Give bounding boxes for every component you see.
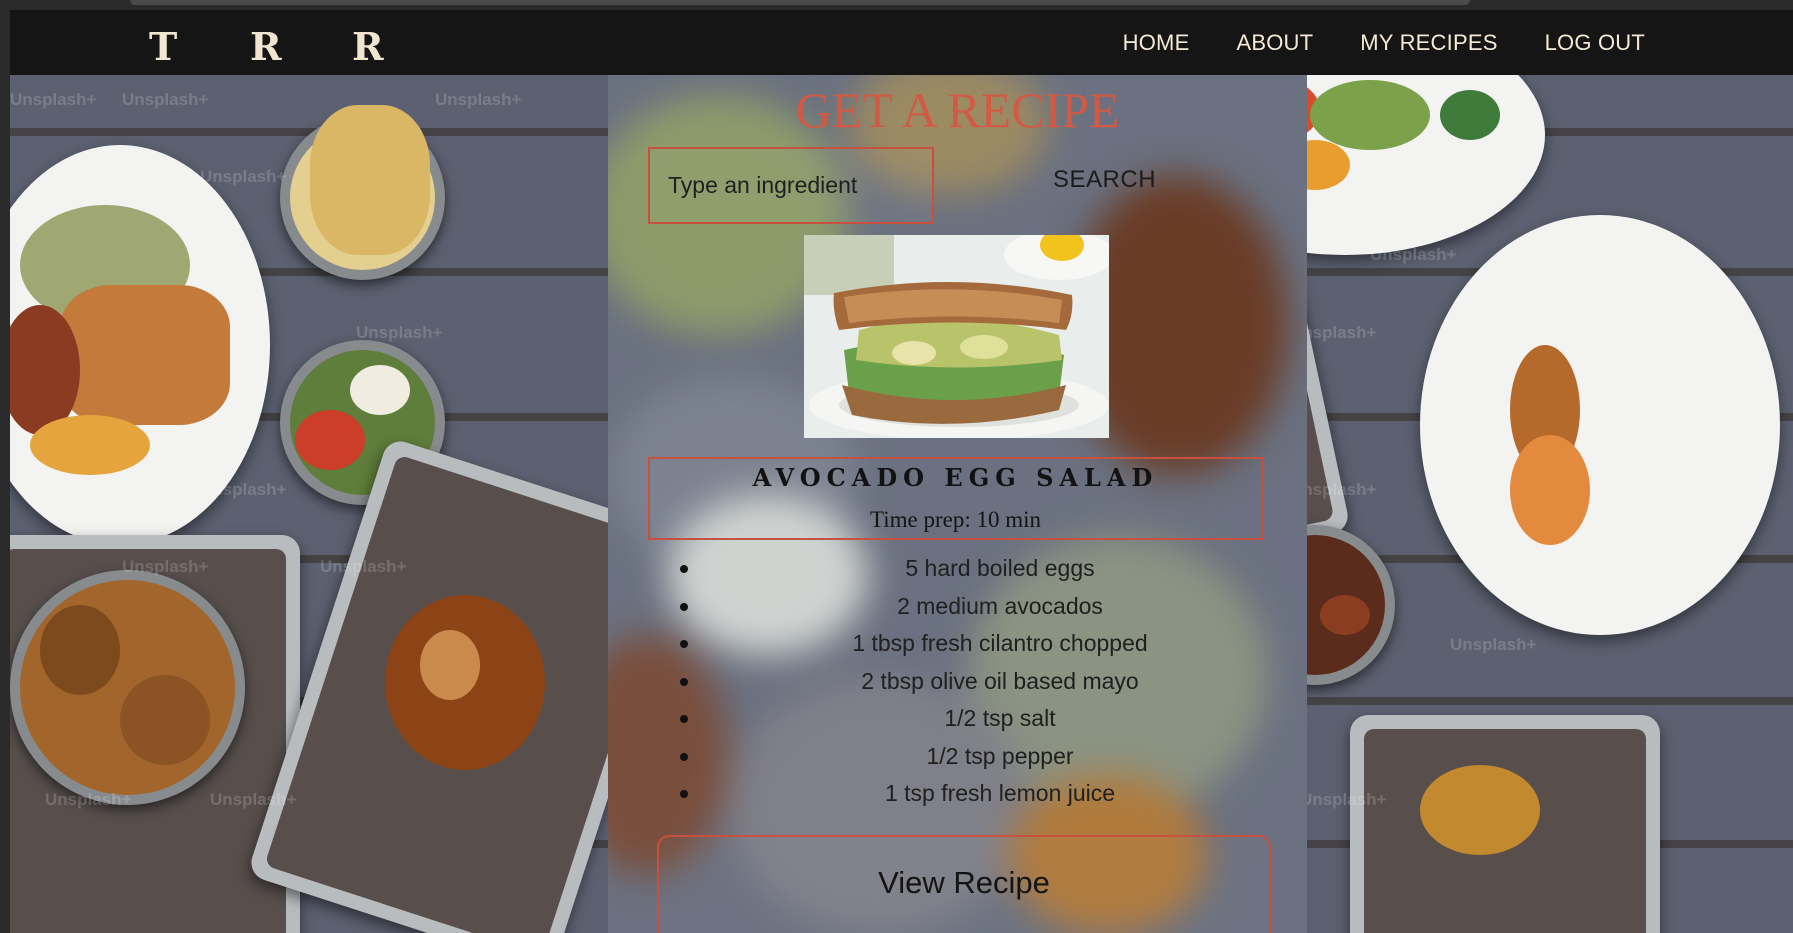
avocado-egg-salad-sandwich-photo — [804, 235, 1109, 438]
logo-letter[interactable]: R — [352, 24, 384, 69]
nav-about-link[interactable]: ABOUT — [1236, 30, 1313, 56]
unsplash-watermark: Unsplash+ — [1450, 635, 1537, 654]
list-item: 1 tbsp fresh cilantro chopped — [680, 625, 1300, 663]
ingredient-search-input[interactable] — [648, 147, 934, 224]
logo-letter[interactable]: T — [149, 24, 177, 69]
browser-top-strip — [0, 0, 1793, 10]
recipe-card: AVOCADO EGG SALAD Time prep: 10 min — [648, 457, 1263, 540]
recipe-name: AVOCADO EGG SALAD — [752, 463, 1159, 492]
unsplash-watermark: Unsplash+ — [435, 90, 522, 109]
unsplash-watermark: Unsplash+ — [356, 323, 443, 342]
browser-scrollbar[interactable] — [130, 0, 1470, 5]
navbar: T R R HOME ABOUT MY RECIPES LOG OUT — [10, 10, 1793, 75]
ingredient-list: 5 hard boiled eggs 2 medium avocados 1 t… — [668, 550, 1300, 813]
logo-letter[interactable]: R — [250, 24, 282, 69]
unsplash-watermark: Unsplash+ — [45, 790, 132, 809]
unsplash-watermark: Unsplash+ — [45, 167, 132, 186]
nav-links: HOME ABOUT MY RECIPES LOG OUT — [1123, 30, 1645, 56]
nav-my-recipes-link[interactable]: MY RECIPES — [1360, 30, 1497, 56]
nav-home-link[interactable]: HOME — [1123, 30, 1190, 56]
list-item: 1 tsp fresh lemon juice — [680, 775, 1300, 813]
recipe-search-panel: GET A RECIPE SEARCH AVOCADO EGG SALA — [608, 75, 1307, 933]
search-button[interactable]: SEARCH — [1047, 165, 1162, 195]
get-recipe-title: GET A RECIPE — [795, 82, 1120, 138]
view-recipe-button[interactable]: View Recipe — [657, 835, 1271, 933]
unsplash-watermark: Unsplash+ — [200, 167, 287, 186]
unsplash-watermark: Unsplash+ — [1370, 245, 1457, 264]
list-item: 5 hard boiled eggs — [680, 550, 1300, 588]
view-recipe-label: View Recipe — [878, 865, 1050, 900]
unsplash-watermark: Unsplash+ — [10, 90, 97, 109]
page-viewport: Unsplash+ Unsplash+ Unsplash+ Unsplash+ … — [10, 10, 1793, 933]
unsplash-watermark: Unsplash+ — [210, 790, 297, 809]
list-item: 2 tbsp olive oil based mayo — [680, 663, 1300, 701]
unsplash-watermark: Unsplash+ — [122, 557, 209, 576]
nav-log-out-link[interactable]: LOG OUT — [1545, 30, 1645, 56]
list-item: 2 medium avocados — [680, 588, 1300, 626]
list-item: 1/2 tsp pepper — [680, 738, 1300, 776]
unsplash-watermark: Unsplash+ — [1300, 790, 1387, 809]
recipe-image — [804, 235, 1109, 438]
unsplash-watermark: Unsplash+ — [122, 90, 209, 109]
unsplash-watermark: Unsplash+ — [200, 480, 287, 499]
unsplash-watermark: Unsplash+ — [320, 557, 407, 576]
list-item: 1/2 tsp salt — [680, 700, 1300, 738]
recipe-prep-time: Time prep: 10 min — [869, 507, 1042, 532]
